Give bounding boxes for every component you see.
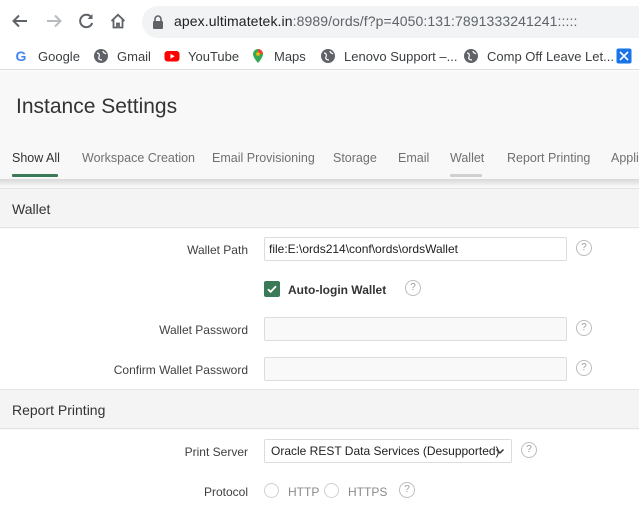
- tab-workspace-creation[interactable]: Workspace Creation: [82, 151, 195, 165]
- bookmark-lenovo[interactable]: Lenovo Support –...: [320, 46, 457, 66]
- print-server-value: Oracle REST Data Services (Desupported): [271, 444, 500, 458]
- maps-pin-icon: [250, 48, 266, 64]
- url-host: apex.ultimatetek.in: [174, 13, 293, 29]
- forward-icon[interactable]: [42, 9, 66, 33]
- tabs-divider: [0, 179, 639, 186]
- checkmark-icon: [267, 285, 277, 294]
- bookmarks-bar: G Google Gmail YouTube Maps Lenovo Suppo…: [0, 42, 639, 70]
- bookmark-label: Google: [38, 48, 80, 64]
- bookmark-maps[interactable]: Maps: [250, 46, 306, 66]
- tab-show-all[interactable]: Show All: [12, 151, 60, 165]
- help-icon[interactable]: ?: [399, 482, 415, 498]
- report-printing-region-header: Report Printing: [0, 389, 639, 429]
- bookmark-gmail[interactable]: Gmail: [93, 46, 151, 66]
- globe-icon: [463, 48, 479, 64]
- tab-application[interactable]: Appli: [611, 151, 639, 165]
- wallet-region-body: Wallet Path file:E:\ords214\conf\ords\or…: [0, 229, 639, 389]
- bookmark-youtube[interactable]: YouTube: [164, 46, 239, 66]
- tab-storage[interactable]: Storage: [333, 151, 377, 165]
- svg-text:G: G: [16, 48, 27, 64]
- settings-tabs: Show All Workspace Creation Email Provis…: [0, 143, 639, 179]
- bookmark-google[interactable]: G Google: [14, 46, 80, 66]
- report-printing-region-title: Report Printing: [12, 402, 106, 418]
- apex-page: Instance Settings Show All Workspace Cre…: [0, 71, 639, 511]
- bookmark-label: Gmail: [117, 48, 151, 64]
- address-bar[interactable]: apex.ultimatetek.in:8989/ords/f?p=4050:1…: [142, 6, 639, 38]
- help-icon[interactable]: ?: [576, 240, 592, 256]
- bookmark-label: Maps: [274, 48, 306, 64]
- protocol-http-radio[interactable]: [264, 483, 279, 498]
- home-icon[interactable]: [106, 9, 130, 33]
- hover-tab-indicator: [450, 174, 482, 177]
- youtube-icon: [164, 48, 180, 64]
- globe-icon: [320, 48, 336, 64]
- reload-icon[interactable]: [74, 9, 98, 33]
- wallet-password-label: Wallet Password: [159, 323, 248, 337]
- protocol-https-label: HTTPS: [348, 485, 388, 499]
- bookmark-label: Comp Off Leave Let...: [487, 48, 614, 64]
- wallet-password-input[interactable]: [264, 317, 567, 341]
- tab-report-printing[interactable]: Report Printing: [507, 151, 590, 165]
- print-server-label: Print Server: [184, 445, 248, 459]
- chevron-down-icon: [495, 445, 505, 459]
- back-icon[interactable]: [8, 9, 32, 33]
- tab-email[interactable]: Email: [398, 151, 429, 165]
- wallet-region-header: Wallet: [0, 188, 639, 228]
- wallet-region-title: Wallet: [12, 201, 51, 217]
- tab-wallet[interactable]: Wallet: [450, 151, 484, 165]
- tab-email-provisioning[interactable]: Email Provisioning: [212, 151, 315, 165]
- bookmark-label: Lenovo Support –...: [344, 48, 458, 64]
- help-icon[interactable]: ?: [521, 442, 537, 458]
- browser-toolbar: apex.ultimatetek.in:8989/ords/f?p=4050:1…: [0, 0, 639, 42]
- bookmark-label: YouTube: [188, 48, 240, 64]
- help-icon[interactable]: ?: [405, 280, 421, 296]
- url-text: apex.ultimatetek.in:8989/ords/f?p=4050:1…: [174, 13, 577, 29]
- page-title: Instance Settings: [16, 95, 178, 118]
- bookmark-comp-off[interactable]: Comp Off Leave Let...: [463, 46, 614, 66]
- wallet-path-input[interactable]: file:E:\ords214\conf\ords\ordsWallet: [264, 237, 567, 261]
- app-icon: [616, 48, 632, 64]
- confirm-wallet-password-input[interactable]: [264, 357, 567, 381]
- lock-icon: [152, 15, 164, 34]
- wallet-path-label: Wallet Path: [187, 243, 248, 257]
- protocol-label: Protocol: [203, 485, 248, 499]
- confirm-wallet-password-label: Confirm Wallet Password: [113, 363, 248, 377]
- auto-login-checkbox[interactable]: [264, 281, 280, 297]
- report-printing-region-body: Print Server Oracle REST Data Services (…: [0, 430, 639, 511]
- active-tab-indicator: [12, 174, 58, 177]
- protocol-https-radio[interactable]: [324, 483, 339, 498]
- protocol-http-label: HTTP: [288, 485, 320, 499]
- bookmark-overflow[interactable]: [616, 46, 639, 66]
- auto-login-label: Auto-login Wallet: [288, 283, 387, 297]
- help-icon[interactable]: ?: [576, 360, 592, 376]
- google-icon: G: [14, 48, 30, 64]
- url-path: :8989/ords/f?p=4050:131:7891333241241:::…: [292, 13, 578, 29]
- help-icon[interactable]: ?: [576, 320, 592, 336]
- globe-icon: [93, 48, 109, 64]
- print-server-select[interactable]: Oracle REST Data Services (Desupported): [264, 439, 512, 463]
